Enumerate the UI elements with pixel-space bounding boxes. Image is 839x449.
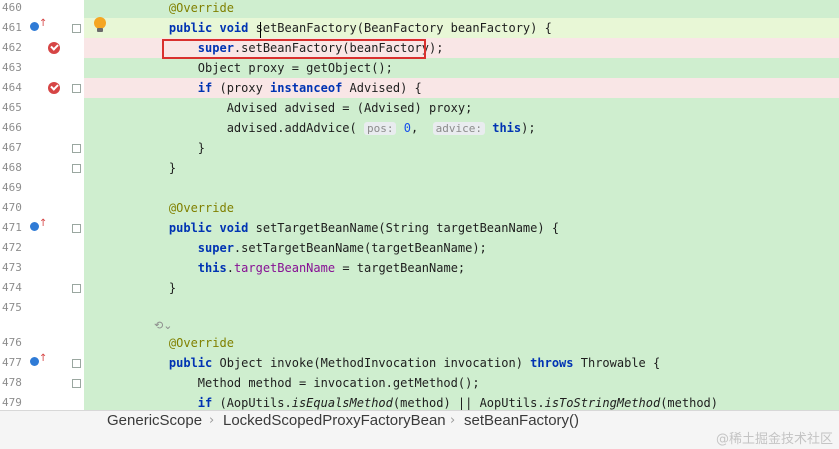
- fold-icon[interactable]: [72, 224, 81, 233]
- code-text[interactable]: this.targetBeanName = targetBeanName;: [140, 258, 465, 278]
- fold-icon[interactable]: [72, 144, 81, 153]
- line-number: 461: [2, 21, 22, 34]
- fold-icon[interactable]: [72, 379, 81, 388]
- line-number: 479: [2, 396, 22, 409]
- code-line[interactable]: 472 super.setTargetBeanName(targetBeanNa…: [0, 238, 839, 258]
- line-number: 474: [2, 281, 22, 294]
- highlight-box: [162, 39, 426, 59]
- code-text[interactable]: if (AopUtils.isEqualsMethod(method) || A…: [140, 393, 718, 410]
- code-line[interactable]: 460 @Override: [0, 0, 839, 18]
- line-number: 471: [2, 221, 22, 234]
- fold-icon[interactable]: [72, 24, 81, 33]
- fold-icon[interactable]: [72, 164, 81, 173]
- code-text[interactable]: if (proxy instanceof Advised) {: [140, 78, 422, 98]
- line-number: 465: [2, 101, 22, 114]
- code-line[interactable]: 471 public void setTargetBeanName(String…: [0, 218, 839, 238]
- line-number: 473: [2, 261, 22, 274]
- code-line[interactable]: 464 if (proxy instanceof Advised) {: [0, 78, 839, 98]
- code-line[interactable]: 463 Object proxy = getObject();: [0, 58, 839, 78]
- code-text[interactable]: public void setBeanFactory(BeanFactory b…: [140, 18, 552, 38]
- line-number: 466: [2, 121, 22, 134]
- code-line[interactable]: 468 }: [0, 158, 839, 178]
- line-number: 462: [2, 41, 22, 54]
- code-text[interactable]: Advised advised = (Advised) proxy;: [140, 98, 473, 118]
- line-number: 467: [2, 141, 22, 154]
- ai-assistant-icon[interactable]: ⟲⌄: [154, 319, 172, 332]
- code-text[interactable]: Object proxy = getObject();: [140, 58, 393, 78]
- code-line[interactable]: 474 }: [0, 278, 839, 298]
- code-text[interactable]: }: [140, 138, 205, 158]
- line-background: [84, 158, 839, 178]
- code-editor[interactable]: 460 @Override461 public void setBeanFact…: [0, 0, 839, 410]
- code-line[interactable]: 466 advised.addAdvice( pos: 0, advice: t…: [0, 118, 839, 138]
- line-number: 476: [2, 336, 22, 349]
- code-line[interactable]: 478 Method method = invocation.getMethod…: [0, 373, 839, 393]
- code-line[interactable]: 477 public Object invoke(MethodInvocatio…: [0, 353, 839, 373]
- code-text[interactable]: public void setTargetBeanName(String tar…: [140, 218, 559, 238]
- code-line[interactable]: 473 this.targetBeanName = targetBeanName…: [0, 258, 839, 278]
- line-number: 478: [2, 376, 22, 389]
- code-text[interactable]: public Object invoke(MethodInvocation in…: [140, 353, 660, 373]
- code-text[interactable]: @Override: [140, 0, 234, 18]
- breakpoint-icon[interactable]: [48, 42, 60, 54]
- breadcrumb-inner-class[interactable]: LockedScopedProxyFactoryBean: [223, 411, 446, 449]
- line-number: 477: [2, 356, 22, 369]
- line-number: 468: [2, 161, 22, 174]
- line-number: 472: [2, 241, 22, 254]
- code-text[interactable]: super.setTargetBeanName(targetBeanName);: [140, 238, 487, 258]
- breadcrumb-separator: ›: [450, 413, 456, 428]
- fold-icon[interactable]: [72, 284, 81, 293]
- intention-bulb-icon[interactable]: [94, 17, 106, 32]
- line-number: 460: [2, 1, 22, 14]
- line-number: 469: [2, 181, 22, 194]
- code-text[interactable]: }: [140, 158, 176, 178]
- breakpoint-icon[interactable]: [48, 82, 60, 94]
- code-line[interactable]: 475: [0, 298, 839, 318]
- line-background: [84, 298, 839, 318]
- breadcrumb-method[interactable]: setBeanFactory(): [464, 411, 579, 449]
- line-number: 463: [2, 61, 22, 74]
- breadcrumb-bar: GenericScope › LockedScopedProxyFactoryB…: [0, 410, 839, 449]
- line-background: [84, 278, 839, 298]
- breadcrumb-separator: ›: [209, 413, 215, 428]
- code-line[interactable]: 465 Advised advised = (Advised) proxy;: [0, 98, 839, 118]
- fold-icon[interactable]: [72, 84, 81, 93]
- code-text[interactable]: advised.addAdvice( pos: 0, advice: this)…: [140, 118, 536, 138]
- code-text[interactable]: @Override: [140, 333, 234, 353]
- code-text[interactable]: @Override: [140, 198, 234, 218]
- override-icon[interactable]: [30, 218, 47, 231]
- code-line[interactable]: 479 if (AopUtils.isEqualsMethod(method) …: [0, 393, 839, 410]
- code-line[interactable]: 476 @Override: [0, 333, 839, 353]
- text-caret: [260, 22, 261, 38]
- breadcrumb-class[interactable]: GenericScope: [107, 411, 202, 449]
- fold-icon[interactable]: [72, 359, 81, 368]
- code-line[interactable]: 467 }: [0, 138, 839, 158]
- code-text[interactable]: Method method = invocation.getMethod();: [140, 373, 480, 393]
- watermark: @稀土掘金技术社区: [715, 432, 833, 447]
- code-line[interactable]: 461 public void setBeanFactory(BeanFacto…: [0, 18, 839, 38]
- code-line[interactable]: 469: [0, 178, 839, 198]
- line-number: 475: [2, 301, 22, 314]
- line-number: 464: [2, 81, 22, 94]
- override-icon[interactable]: [30, 353, 47, 366]
- override-icon[interactable]: [30, 18, 47, 31]
- code-text[interactable]: }: [140, 278, 176, 298]
- line-number: 470: [2, 201, 22, 214]
- code-line[interactable]: 470 @Override: [0, 198, 839, 218]
- line-background: [84, 178, 839, 198]
